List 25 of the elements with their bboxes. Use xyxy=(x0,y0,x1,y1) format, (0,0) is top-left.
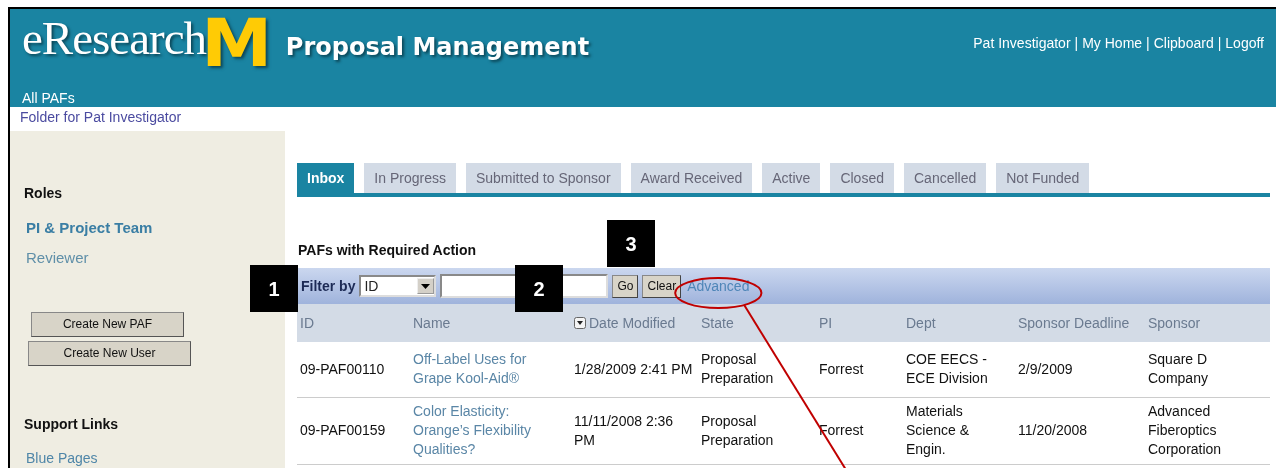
callout-overlay: 1 xyxy=(250,265,298,312)
separator: | xyxy=(1217,34,1222,53)
table-cell: 09-PAF00110 xyxy=(297,342,410,397)
folder-breadcrumb: Folder for Pat Investigator xyxy=(19,108,182,125)
table-cell: Forrest xyxy=(816,342,903,397)
app-title: Proposal Management xyxy=(285,32,590,63)
separator: | xyxy=(1146,34,1150,53)
section-heading: Support Links xyxy=(24,415,120,433)
table-cell: COE EECS - ECE Division xyxy=(903,342,1015,397)
table-cell: 11/11/2008 2:36 PM xyxy=(571,397,698,464)
callout-overlay: 3 xyxy=(607,220,655,267)
table-cell: Square D Company xyxy=(1145,342,1270,397)
table-cell: 11/20/2008 xyxy=(1015,397,1145,464)
filter-label: Filter by xyxy=(301,276,356,296)
callout-overlay: 2 xyxy=(515,265,563,312)
table-cell: Advanced Fiberoptics Corporation xyxy=(1145,397,1270,464)
section-heading: Roles xyxy=(24,185,64,202)
table-cell: 09-PAF00159 xyxy=(297,397,410,464)
table-cell: 1/28/2009 2:41 PM xyxy=(571,342,698,397)
section-title: PAFs with Required Action xyxy=(298,241,477,260)
table-cell: 2/9/2009 xyxy=(1015,342,1145,397)
table-cell: Proposal Preparation xyxy=(698,342,816,397)
table-cell: Proposal Preparation xyxy=(698,397,816,464)
separator: | xyxy=(1074,34,1079,53)
table-cell: Materials Science & Engin. xyxy=(903,397,1015,464)
